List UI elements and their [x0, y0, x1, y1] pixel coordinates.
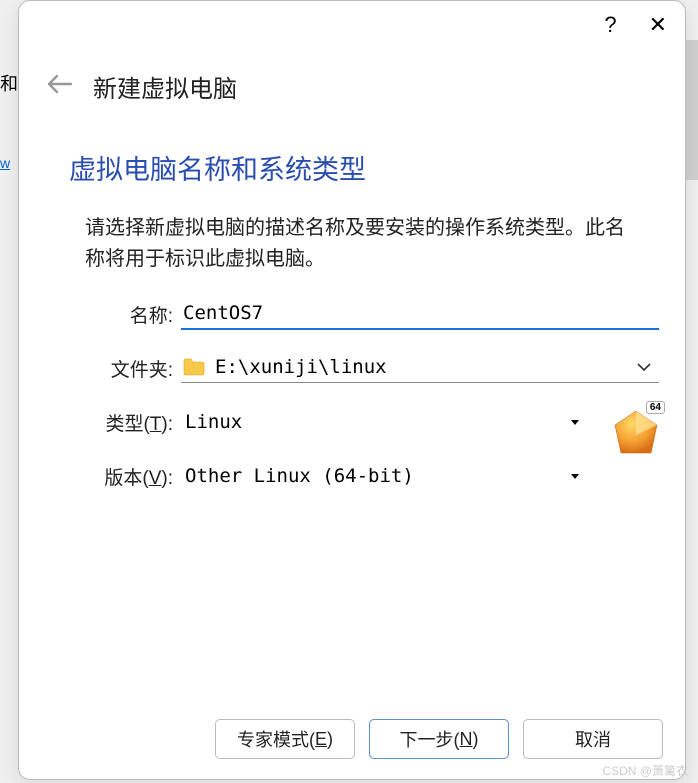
form-area: 名称: 文件夹: E:\xuniji\linux 类型(T): Linux	[19, 297, 685, 513]
back-arrow-icon[interactable]	[47, 74, 73, 99]
version-label: 版本(V):	[37, 463, 181, 490]
os-icon: 64	[607, 405, 665, 463]
folder-label: 文件夹:	[37, 355, 181, 382]
name-row: 名称:	[37, 297, 667, 331]
watermark: CSDN @萧篱衣	[602, 762, 688, 779]
new-vm-dialog: ? ✕ 新建虚拟电脑 虚拟电脑名称和系统类型 请选择新虚拟电脑的描述名称及要安装…	[18, 0, 686, 780]
cancel-button[interactable]: 取消	[523, 719, 663, 759]
folder-select[interactable]: E:\xuniji\linux	[181, 354, 659, 383]
version-select[interactable]: Other Linux (64-bit)	[181, 463, 587, 489]
background-link-fragment: w	[0, 155, 10, 171]
version-value: Other Linux (64-bit)	[185, 465, 561, 487]
dropdown-arrow-icon[interactable]	[571, 474, 579, 479]
folder-icon	[183, 358, 205, 376]
type-select[interactable]: Linux	[181, 409, 587, 435]
type-value: Linux	[185, 411, 561, 433]
folder-row: 文件夹: E:\xuniji\linux	[37, 351, 667, 385]
os-bit-badge: 64	[646, 401, 665, 414]
section-description: 请选择新虚拟电脑的描述名称及要安装的操作系统类型。此名称将用于标识此虚拟电脑。	[19, 197, 685, 297]
dialog-header: 新建虚拟电脑	[19, 49, 685, 114]
dropdown-arrow-icon[interactable]	[571, 420, 579, 425]
titlebar: ? ✕	[19, 1, 685, 49]
name-input[interactable]	[181, 298, 659, 330]
type-row: 类型(T): Linux	[37, 405, 667, 439]
type-label: 类型(T):	[37, 409, 181, 436]
background-text-fragment: 和	[0, 70, 18, 96]
section-title: 虚拟电脑名称和系统类型	[19, 114, 685, 197]
folder-path: E:\xuniji\linux	[215, 356, 627, 378]
expert-mode-button[interactable]: 专家模式(E)	[215, 719, 355, 759]
button-row: 专家模式(E) 下一步(N) 取消	[19, 705, 685, 779]
version-row: 版本(V): Other Linux (64-bit)	[37, 459, 667, 493]
dialog-title: 新建虚拟电脑	[93, 69, 237, 104]
close-icon[interactable]: ✕	[649, 12, 667, 38]
next-button[interactable]: 下一步(N)	[369, 719, 509, 759]
name-label: 名称:	[37, 301, 181, 328]
chevron-down-icon[interactable]	[637, 359, 651, 375]
help-icon[interactable]: ?	[604, 12, 616, 38]
background-border	[686, 40, 698, 180]
